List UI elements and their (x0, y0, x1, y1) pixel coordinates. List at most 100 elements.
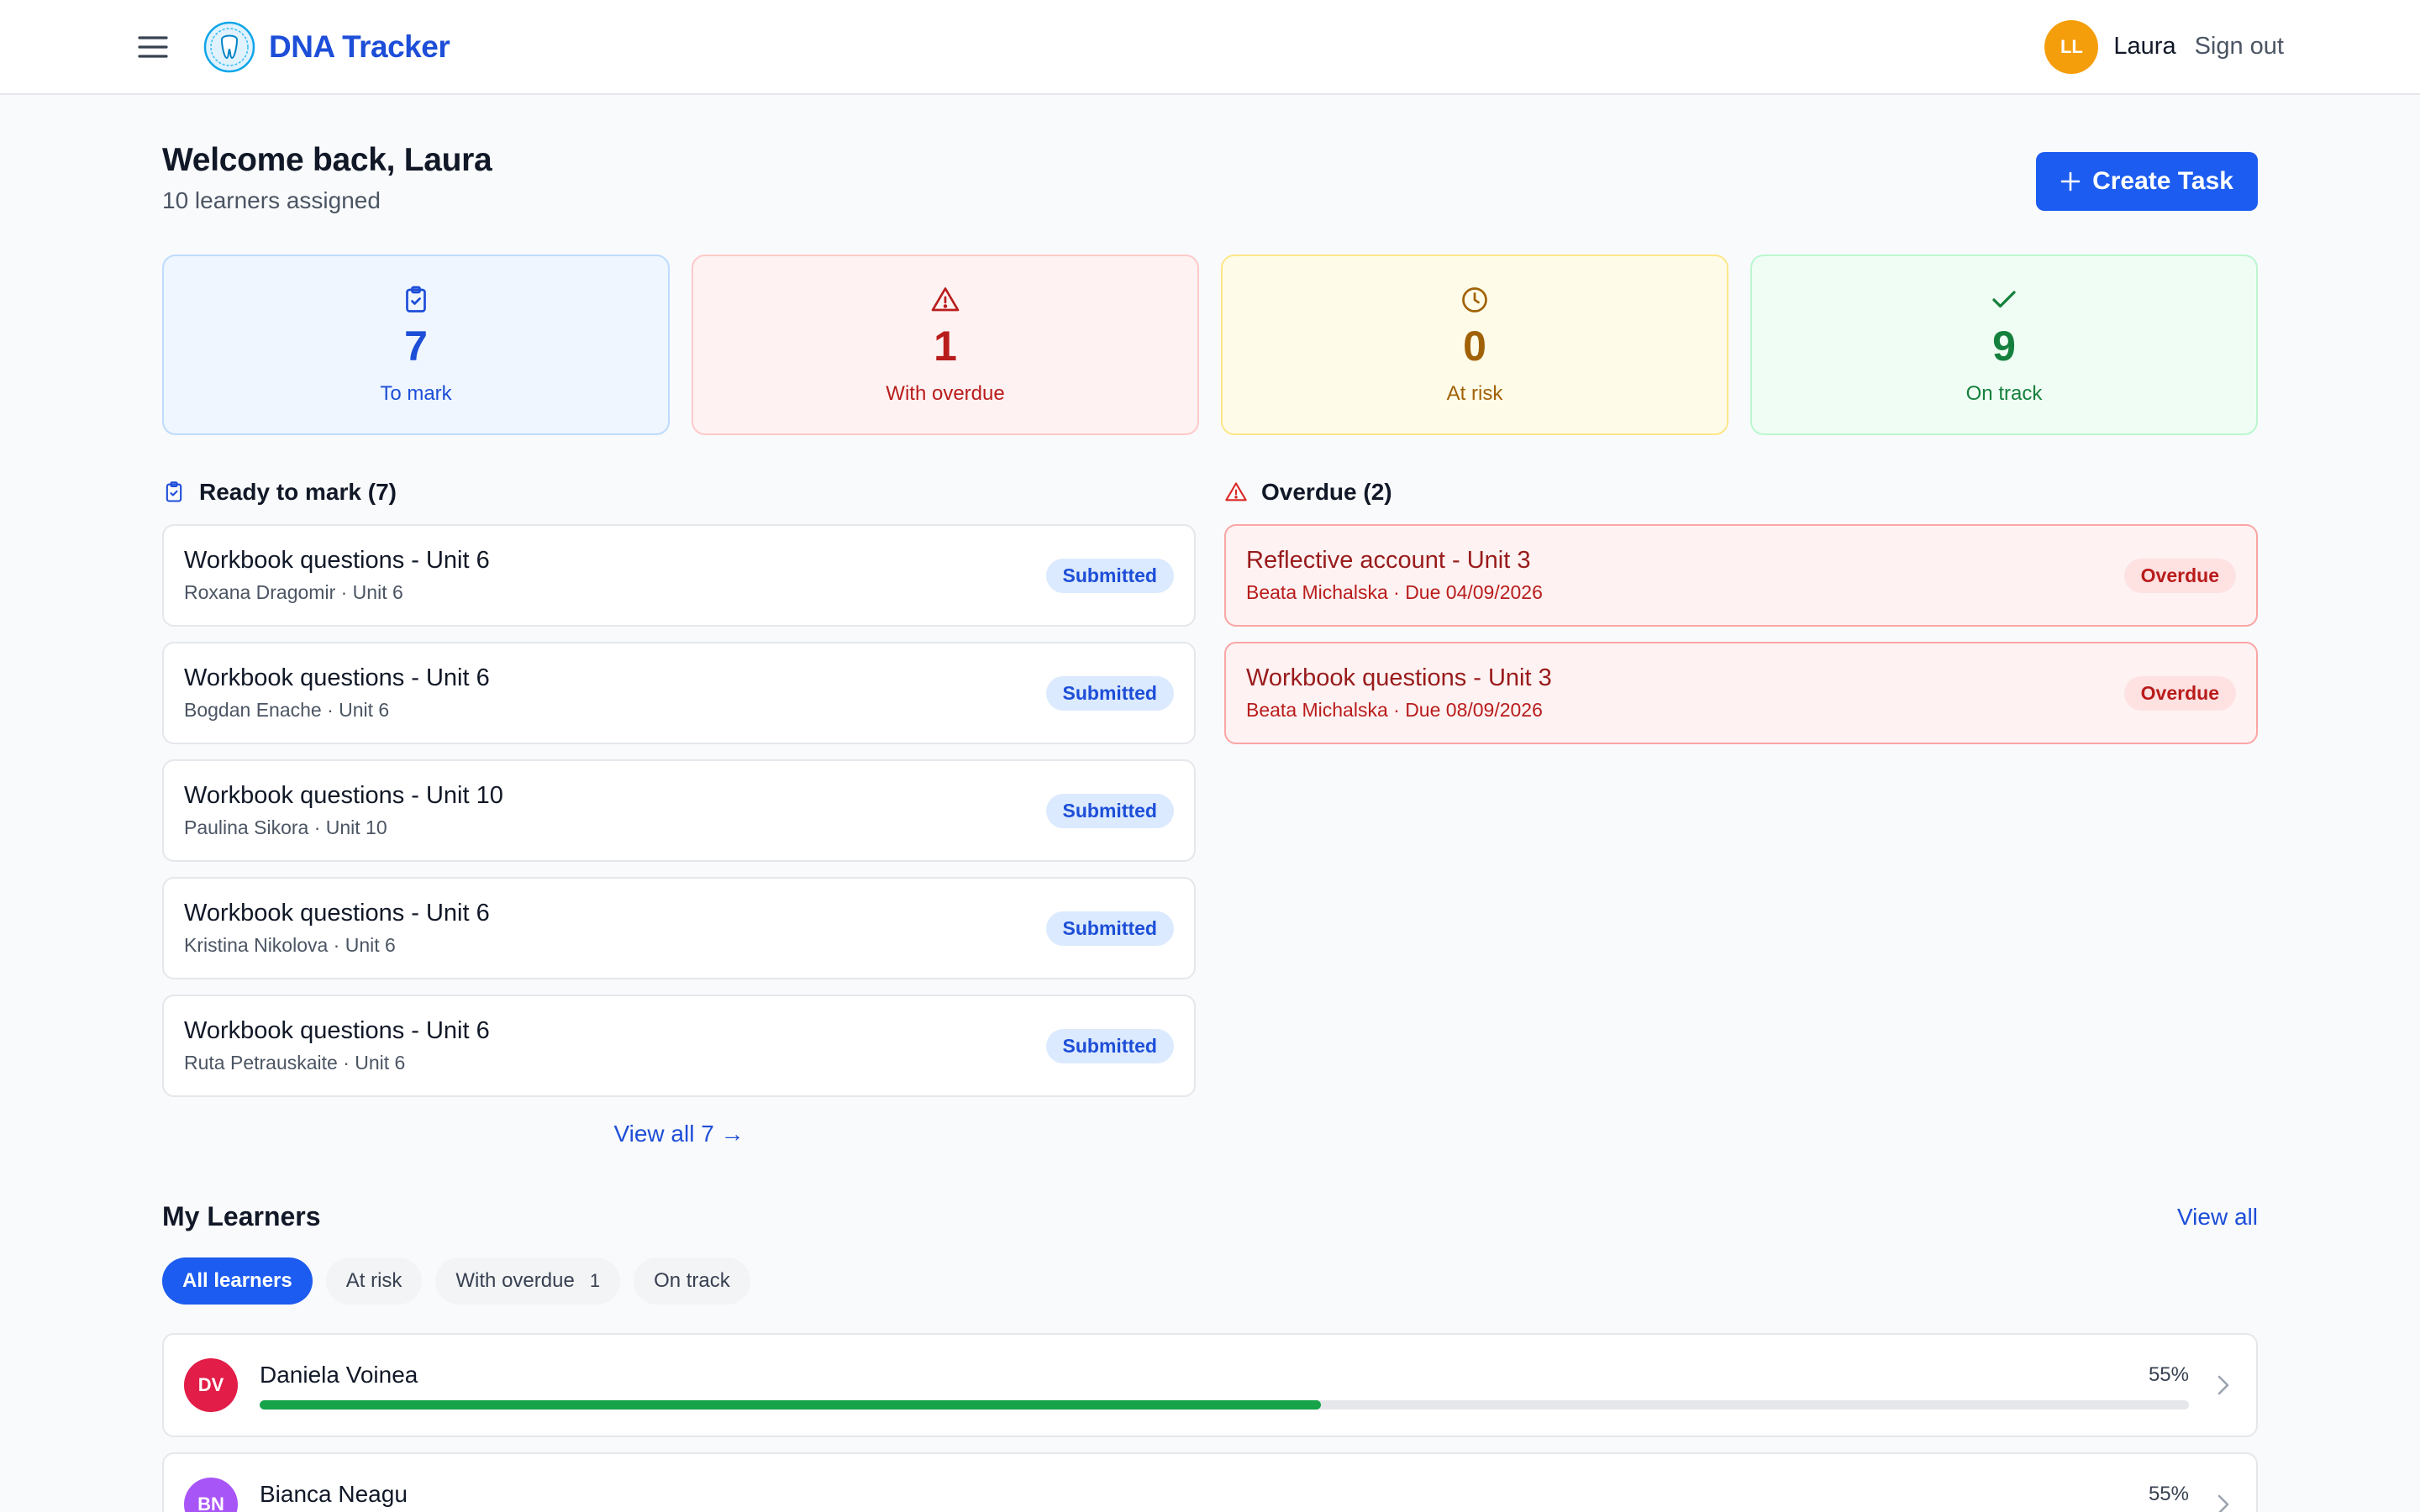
task-text: Reflective account - Unit 3 Beata Michal… (1246, 547, 1543, 604)
learner-list: DV Daniela Voinea 55% BN Bianca Neagu 55… (162, 1333, 2258, 1512)
filter-count: 1 (589, 1270, 601, 1291)
chevron-right-icon (2211, 1373, 2236, 1398)
checkmark-icon (1992, 290, 2016, 307)
top-bar-left: DNA Tracker (136, 21, 450, 73)
learner-row[interactable]: BN Bianca Neagu 55% (162, 1452, 2258, 1512)
create-task-button[interactable]: Create Task (2036, 152, 2258, 211)
status-badge: Submitted (1045, 1028, 1174, 1063)
filter-label: At risk (345, 1269, 402, 1292)
top-bar: DNA Tracker LL Laura Sign out (0, 0, 2420, 95)
welcome-text: Welcome back, Laura 10 learners assigned (162, 142, 492, 214)
stat-value: 9 (1992, 322, 2016, 370)
app-title: DNA Tracker (269, 29, 450, 64)
learner-avatar: DV (184, 1358, 238, 1412)
warning-triangle-icon (1225, 482, 1247, 501)
learner-top: Daniela Voinea 55% (260, 1362, 2189, 1389)
app-logo-icon (203, 21, 255, 73)
overdue-task-item[interactable]: Reflective account - Unit 3 Beata Michal… (1224, 524, 2258, 627)
clipboard-check-icon (166, 481, 182, 502)
stat-label: On track (1965, 381, 2043, 405)
stat-label: At risk (1446, 381, 1503, 405)
task-meta: Beata Michalska · Due 08/09/2026 (1246, 699, 1543, 721)
task-title: Workbook questions - Unit 10 (184, 782, 503, 809)
learner-name: Daniela Voinea (260, 1361, 418, 1388)
page-title: Welcome back, Laura (162, 142, 492, 178)
view-all-learners-link[interactable]: View all (2177, 1204, 2258, 1231)
ready-task-item[interactable]: Workbook questions - Unit 6 Roxana Drago… (162, 524, 1196, 627)
filter-label: On track (654, 1269, 730, 1292)
overdue-task-list: Reflective account - Unit 3 Beata Michal… (1224, 524, 2258, 744)
user-name: Laura (2113, 33, 2176, 60)
learner-avatar: BN (184, 1478, 238, 1512)
filter-at-risk[interactable]: At risk (325, 1257, 423, 1305)
welcome-row: Welcome back, Laura 10 learners assigned… (162, 142, 2258, 214)
section-header: Overdue (2) (1224, 477, 2258, 507)
learners-header: My Learners View all (162, 1201, 2258, 1232)
filter-with-overdue[interactable]: With overdue 1 (435, 1257, 621, 1305)
stat-value: 7 (404, 322, 428, 370)
learner-body: Bianca Neagu 55% (260, 1481, 2189, 1512)
learner-name: Bianca Neagu (260, 1480, 408, 1507)
task-meta: Roxana Dragomir · Unit 6 (184, 581, 403, 603)
task-meta: Paulina Sikora · Unit 10 (184, 816, 387, 838)
create-task-label: Create Task (2092, 167, 2233, 195)
learners-title: My Learners (162, 1201, 321, 1231)
status-badge: Overdue (2123, 675, 2236, 711)
task-text: Workbook questions - Unit 6 Kristina Nik… (184, 900, 490, 957)
overdue-task-item[interactable]: Workbook questions - Unit 3 Beata Michal… (1224, 642, 2258, 744)
task-columns: Ready to mark (7) Workbook questions - U… (162, 477, 2258, 1147)
user-avatar[interactable]: LL (2044, 19, 2099, 74)
task-title: Workbook questions - Unit 6 (184, 664, 490, 691)
section-title: Overdue (2) (1261, 479, 1392, 505)
stat-card-on-track[interactable]: 9 On track (1750, 255, 2258, 435)
learner-top: Bianca Neagu 55% (260, 1481, 2189, 1508)
stat-label: To mark (380, 381, 452, 405)
ready-task-item[interactable]: Workbook questions - Unit 10 Paulina Sik… (162, 759, 1196, 862)
chevron-right-icon (2211, 1492, 2236, 1512)
status-badge: Submitted (1045, 911, 1174, 946)
section-title: Ready to mark (7) (199, 479, 397, 505)
warning-triangle-icon (931, 286, 960, 311)
section-header: Ready to mark (7) (162, 477, 1196, 507)
view-all-ready-link[interactable]: View all 7 → (162, 1121, 1196, 1147)
ready-to-mark-section: Ready to mark (7) Workbook questions - U… (162, 477, 1196, 1147)
plus-icon (2060, 171, 2081, 192)
task-meta: Kristina Nikolova · Unit 6 (184, 934, 396, 956)
filter-on-track[interactable]: On track (634, 1257, 750, 1305)
task-title: Reflective account - Unit 3 (1246, 547, 1531, 574)
learner-row[interactable]: DV Daniela Voinea 55% (162, 1333, 2258, 1437)
filter-all-learners[interactable]: All learners (162, 1257, 313, 1305)
task-title: Workbook questions - Unit 6 (184, 1017, 490, 1044)
stat-card-at-risk[interactable]: 0 At risk (1221, 255, 1728, 435)
task-text: Workbook questions - Unit 6 Roxana Drago… (184, 547, 490, 604)
ready-task-list: Workbook questions - Unit 6 Roxana Drago… (162, 524, 1196, 1097)
learner-progress-label: 55% (2148, 1482, 2189, 1505)
stat-value: 0 (1463, 322, 1486, 370)
page-subtitle: 10 learners assigned (162, 187, 381, 213)
task-title: Workbook questions - Unit 6 (184, 547, 490, 574)
learner-progress-label: 55% (2148, 1362, 2189, 1386)
overdue-section: Overdue (2) Reflective account - Unit 3 … (1224, 477, 2258, 1147)
task-meta: Beata Michalska · Due 04/09/2026 (1246, 581, 1543, 603)
status-badge: Submitted (1045, 793, 1174, 828)
stat-card-with-overdue[interactable]: 1 With overdue (692, 255, 1199, 435)
filter-label: All learners (182, 1269, 292, 1292)
learner-progress-fill (260, 1399, 1321, 1410)
stat-card-to-mark[interactable]: 7 To mark (162, 255, 670, 435)
task-text: Workbook questions - Unit 10 Paulina Sik… (184, 782, 503, 839)
stat-value: 1 (934, 322, 957, 370)
task-text: Workbook questions - Unit 3 Beata Michal… (1246, 664, 1552, 722)
main-content: Welcome back, Laura 10 learners assigned… (0, 142, 2420, 1512)
ready-task-item[interactable]: Workbook questions - Unit 6 Kristina Nik… (162, 877, 1196, 979)
task-text: Workbook questions - Unit 6 Bogdan Enach… (184, 664, 490, 722)
task-meta: Ruta Petrauskaite · Unit 6 (184, 1052, 406, 1074)
hamburger-menu-icon[interactable] (136, 30, 170, 64)
ready-task-item[interactable]: Workbook questions - Unit 6 Bogdan Enach… (162, 642, 1196, 744)
stat-label: With overdue (886, 381, 1005, 405)
clock-icon (1462, 286, 1487, 312)
stats-row: 7 To mark 1 With overdue 0 At risk 9 On … (162, 255, 2258, 435)
task-meta: Bogdan Enache · Unit 6 (184, 699, 390, 721)
ready-task-item[interactable]: Workbook questions - Unit 6 Ruta Petraus… (162, 995, 1196, 1097)
status-badge: Submitted (1045, 558, 1174, 593)
sign-out-link[interactable]: Sign out (2195, 33, 2284, 60)
